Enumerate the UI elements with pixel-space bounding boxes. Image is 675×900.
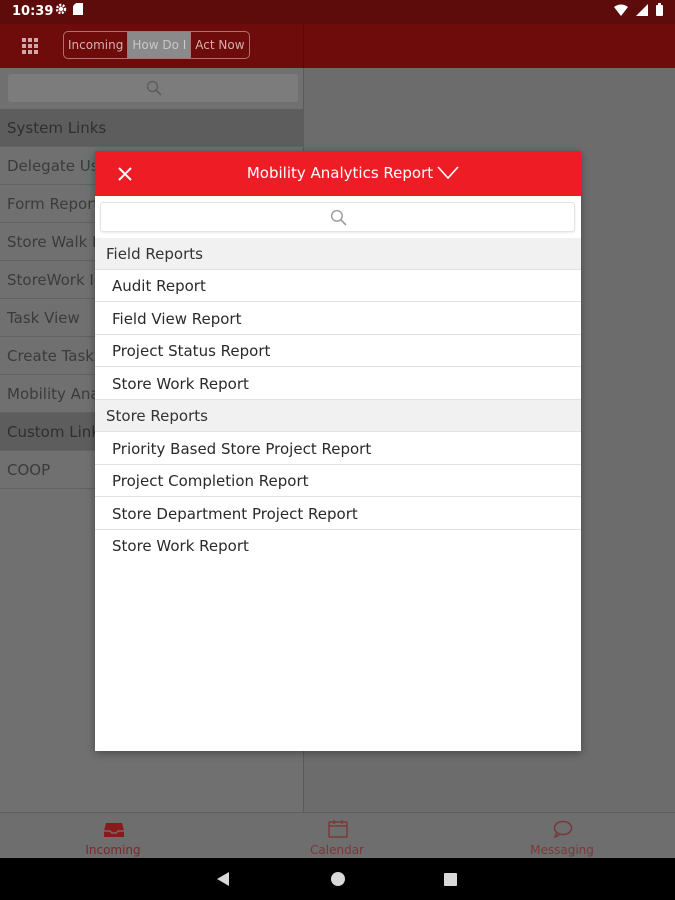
status-left-icons bbox=[55, 3, 83, 15]
gear-icon bbox=[55, 3, 67, 15]
report-item-field-view[interactable]: Field View Report bbox=[95, 303, 581, 335]
status-bar: 10:39 bbox=[0, 0, 675, 24]
battery-icon bbox=[656, 3, 663, 16]
status-time: 10:39 bbox=[12, 4, 54, 19]
report-item-priority-based[interactable]: Priority Based Store Project Report bbox=[95, 433, 581, 465]
nav-label-calendar: Calendar bbox=[310, 843, 364, 857]
nav-label-incoming: Incoming bbox=[85, 843, 141, 857]
nav-messaging[interactable]: Messaging bbox=[497, 813, 627, 859]
nav-incoming[interactable]: Incoming bbox=[48, 813, 178, 859]
inbox-icon bbox=[104, 823, 124, 837]
report-item-store-department[interactable]: Store Department Project Report bbox=[95, 498, 581, 530]
sd-card-icon bbox=[73, 3, 83, 15]
nav-label-messaging: Messaging bbox=[530, 843, 594, 857]
dialog-search-input[interactable] bbox=[100, 202, 575, 232]
section-system-links: System Links bbox=[0, 109, 304, 147]
search-icon bbox=[330, 209, 347, 226]
group-header-field-reports: Field Reports bbox=[95, 238, 581, 270]
chevron-down-icon[interactable] bbox=[437, 166, 459, 180]
left-search-input[interactable] bbox=[8, 74, 298, 102]
tab-incoming[interactable]: Incoming bbox=[64, 32, 129, 58]
back-icon[interactable] bbox=[217, 872, 229, 886]
report-dialog: Mobility Analytics Report Field Reports … bbox=[95, 151, 581, 751]
report-item-store-work-field[interactable]: Store Work Report bbox=[95, 368, 581, 400]
bottom-nav: Incoming Calendar Messaging bbox=[0, 812, 675, 858]
tab-how-do-i[interactable]: How Do I bbox=[128, 32, 192, 58]
report-item-store-work-store[interactable]: Store Work Report bbox=[95, 530, 581, 562]
system-nav-bar bbox=[0, 858, 675, 900]
search-icon bbox=[146, 80, 162, 96]
dialog-header: Mobility Analytics Report bbox=[95, 151, 581, 196]
tab-act-now[interactable]: Act Now bbox=[191, 32, 248, 58]
report-item-project-status[interactable]: Project Status Report bbox=[95, 335, 581, 367]
home-icon[interactable] bbox=[331, 872, 345, 886]
app-header: Incoming How Do I Act Now bbox=[0, 24, 675, 68]
dialog-title[interactable]: Mobility Analytics Report bbox=[95, 164, 581, 182]
group-header-store-reports: Store Reports bbox=[95, 400, 581, 432]
report-item-project-completion[interactable]: Project Completion Report bbox=[95, 465, 581, 497]
signal-icon bbox=[636, 3, 648, 16]
app-grid-icon[interactable] bbox=[22, 38, 38, 54]
segmented-tabs: Incoming How Do I Act Now bbox=[63, 31, 250, 59]
recent-apps-icon[interactable] bbox=[444, 873, 457, 886]
wifi-icon bbox=[614, 4, 628, 16]
chat-bubble-icon bbox=[553, 820, 573, 838]
calendar-icon bbox=[328, 820, 348, 838]
header-divider bbox=[303, 24, 304, 68]
report-item-audit[interactable]: Audit Report bbox=[95, 270, 581, 302]
status-right-icons bbox=[614, 3, 663, 16]
nav-calendar[interactable]: Calendar bbox=[272, 813, 402, 859]
